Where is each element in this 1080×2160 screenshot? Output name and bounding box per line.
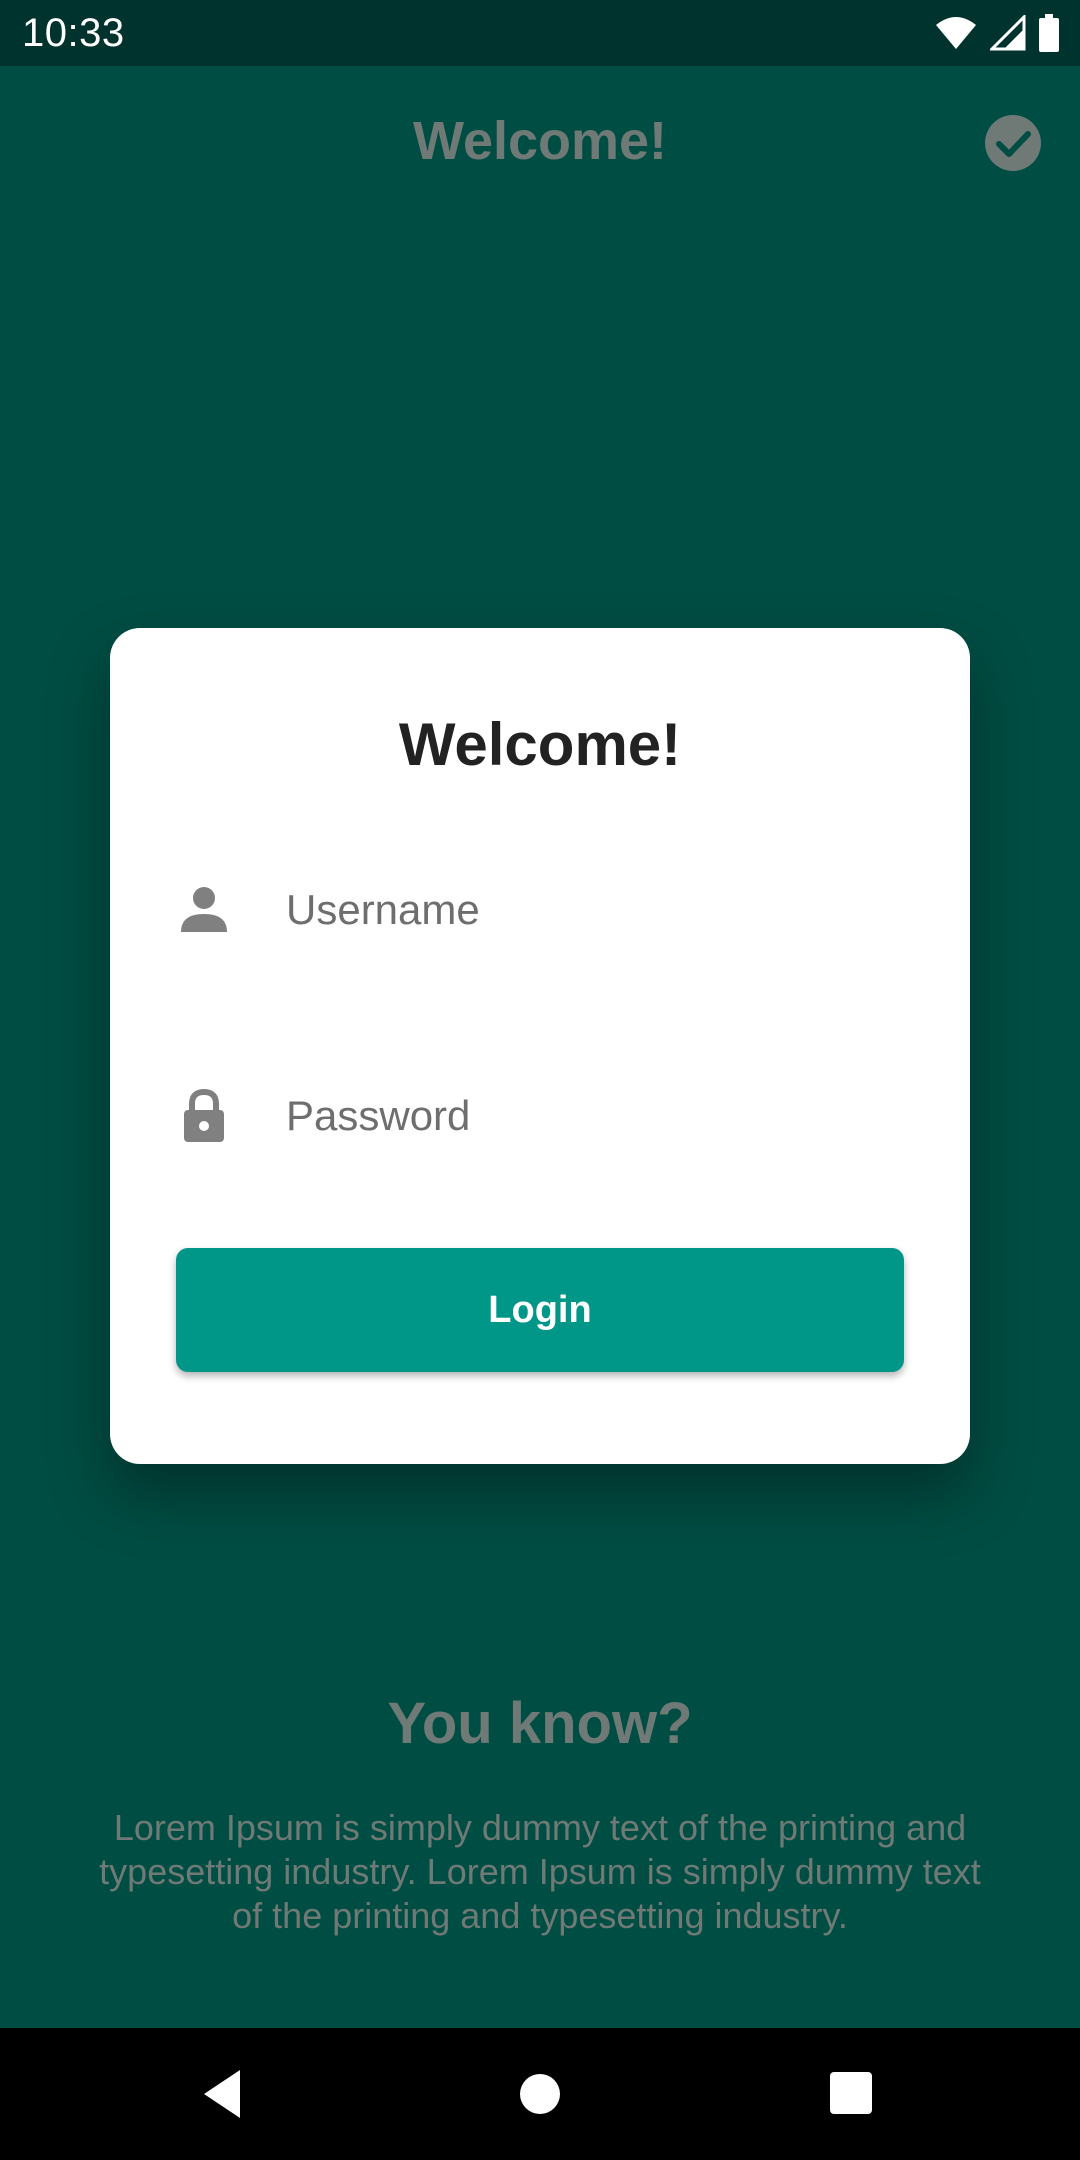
- lock-icon: [176, 1088, 232, 1144]
- person-icon: [176, 882, 232, 938]
- recents-icon[interactable]: [822, 2064, 882, 2124]
- login-dialog: Welcome! Login: [110, 628, 970, 1464]
- status-icons: [934, 14, 1060, 52]
- battery-icon: [1038, 14, 1060, 52]
- navigation-bar: [0, 2028, 1080, 2160]
- back-icon[interactable]: [196, 2064, 256, 2124]
- tip-title: You know?: [387, 1691, 693, 1756]
- app-header: Welcome!: [0, 66, 1080, 226]
- home-icon[interactable]: [510, 2064, 570, 2124]
- tip-body: Lorem Ipsum is simply dummy text of the …: [99, 1807, 981, 1936]
- login-button[interactable]: Login: [176, 1248, 904, 1372]
- signal-icon: [990, 15, 1026, 51]
- password-field[interactable]: [176, 1066, 904, 1166]
- password-input[interactable]: [286, 1066, 886, 1166]
- status-bar: 10:33: [0, 0, 1080, 66]
- username-input[interactable]: [286, 860, 886, 960]
- wifi-icon: [934, 15, 978, 51]
- username-field[interactable]: [176, 860, 904, 960]
- login-screen: 10:33 Welcome! You know? Lorem Ipsum is …: [0, 0, 1080, 2160]
- status-time: 10:33: [22, 11, 125, 55]
- page-title: Welcome!: [412, 111, 668, 171]
- check-circle-icon[interactable]: [984, 114, 1042, 172]
- dialog-title: Welcome!: [398, 711, 682, 778]
